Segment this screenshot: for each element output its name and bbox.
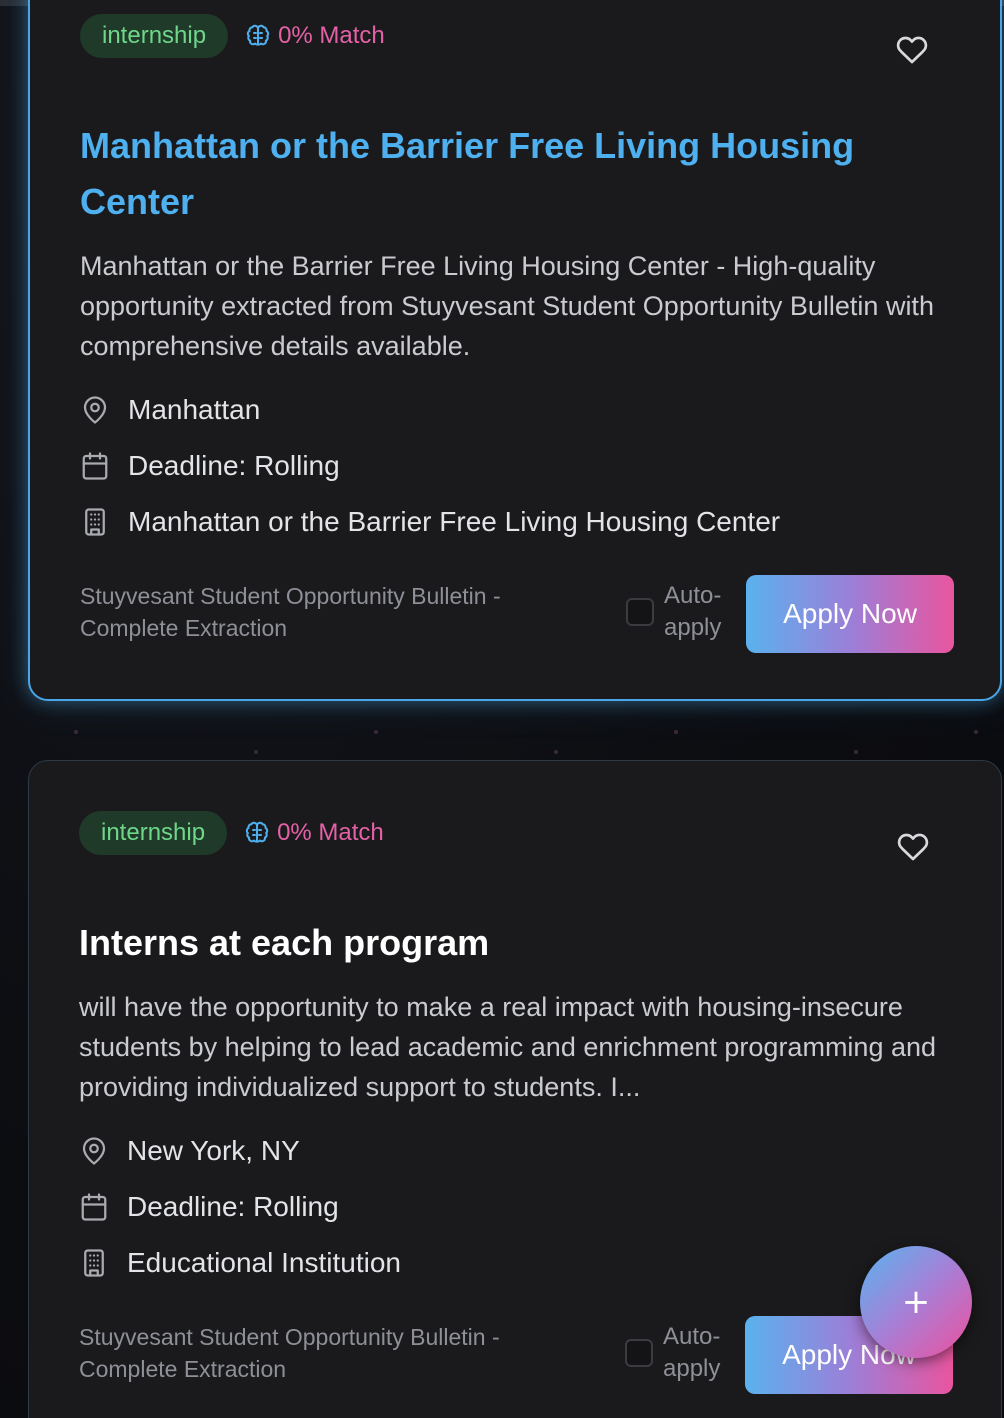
building-icon [84, 1249, 104, 1277]
auto-apply-label[interactable]: Auto-apply [663, 1321, 733, 1385]
card-description: Manhattan or the Barrier Free Living Hou… [80, 251, 934, 361]
match-label: 0% Match [278, 22, 385, 49]
location-row: New York, NY [79, 1134, 300, 1168]
match-score: 0% Match [246, 22, 385, 50]
calendar-icon [81, 1193, 107, 1221]
map-pin-icon [83, 396, 107, 424]
deadline-text: Deadline: Rolling [128, 450, 340, 481]
auto-apply[interactable]: Auto-apply [626, 580, 734, 644]
location-text: New York, NY [127, 1135, 300, 1166]
heart-icon[interactable] [896, 34, 928, 66]
location-row: Manhattan [80, 393, 260, 427]
decorative-dot [74, 730, 78, 734]
deadline-text: Deadline: Rolling [127, 1191, 339, 1222]
match-score: 0% Match [245, 819, 384, 847]
card-description: will have the opportunity to make a real… [79, 992, 937, 1102]
brain-icon [246, 24, 270, 46]
decorative-dot [854, 750, 858, 754]
auto-apply[interactable]: Auto-apply [625, 1321, 733, 1385]
location-text: Manhattan [128, 394, 261, 425]
auto-apply-label[interactable]: Auto-apply [664, 580, 734, 644]
heart-icon[interactable] [897, 831, 929, 863]
organization-text: Educational Institution [127, 1247, 401, 1278]
badge-row: internship 0% Match [79, 811, 384, 855]
auto-apply-checkbox[interactable] [626, 598, 654, 626]
card-title[interactable]: Manhattan or the Barrier Free Living Hou… [80, 118, 900, 230]
brain-icon [245, 821, 269, 843]
building-icon [85, 508, 105, 536]
add-fab-button[interactable]: + [860, 1246, 972, 1358]
organization-row: Manhattan or the Barrier Free Living Hou… [80, 505, 780, 539]
calendar-icon [82, 452, 108, 480]
source-text: Stuyvesant Student Opportunity Bulletin … [80, 583, 501, 641]
source-text: Stuyvesant Student Opportunity Bulletin … [79, 1324, 500, 1382]
decorative-dot [554, 750, 558, 754]
apply-now-button[interactable]: Apply Now [746, 575, 954, 653]
organization-row: Educational Institution [79, 1246, 401, 1280]
badge-row: internship 0% Match [80, 14, 385, 58]
card-title[interactable]: Interns at each program [79, 915, 899, 971]
match-label: 0% Match [277, 819, 384, 846]
opportunity-card[interactable]: internship 0% Match Interns at each prog… [28, 760, 1002, 1418]
deadline-row: Deadline: Rolling [80, 449, 340, 483]
map-pin-icon [82, 1137, 106, 1165]
auto-apply-checkbox[interactable] [625, 1339, 653, 1367]
opportunity-card[interactable]: internship 0% Match Manhattan or the Bar… [28, 0, 1002, 701]
type-badge: internship [79, 811, 228, 855]
organization-text: Manhattan or the Barrier Free Living Hou… [128, 506, 781, 537]
decorative-dot [254, 750, 258, 754]
deadline-row: Deadline: Rolling [79, 1190, 339, 1224]
decorative-dot [374, 730, 378, 734]
page: internship 0% Match Manhattan or the Bar… [0, 0, 1004, 1418]
decorative-dot [674, 730, 678, 734]
type-badge: internship [80, 14, 229, 58]
decorative-dot [974, 730, 978, 734]
